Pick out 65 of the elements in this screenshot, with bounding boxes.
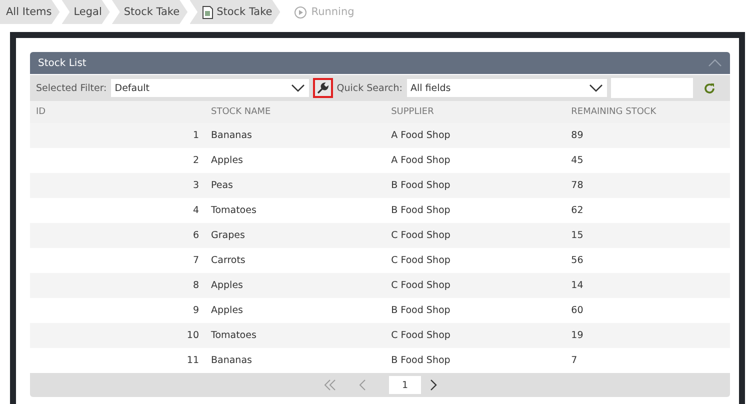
table-cell: Grapes <box>205 223 386 248</box>
filter-label: Selected Filter: <box>36 82 107 94</box>
previous-page-icon[interactable] <box>359 379 367 391</box>
table-cell: Peas <box>205 173 386 198</box>
table-cell: Tomatoes <box>205 198 386 223</box>
table-cell: 62 <box>565 198 730 223</box>
breadcrumb-item[interactable]: Legal <box>62 0 110 24</box>
search-field[interactable] <box>610 78 692 98</box>
search-label: Quick Search: <box>336 82 402 94</box>
table-cell: Apples <box>205 298 386 323</box>
table-cell: 4 <box>30 198 205 223</box>
page-field[interactable]: 1 <box>389 376 421 394</box>
refresh-icon[interactable] <box>702 82 716 94</box>
table-cell: C Food Shop <box>385 248 566 273</box>
table-cell: 11 <box>30 348 205 373</box>
filter-dropdown[interactable]: Default <box>110 79 309 97</box>
caret-icon[interactable] <box>290 83 305 93</box>
table-cell: B Food Shop <box>385 298 566 323</box>
first-page-icon[interactable] <box>323 379 337 391</box>
column-header[interactable]: STOCK NAME <box>205 101 386 123</box>
table-cell: 9 <box>30 298 205 323</box>
table-cell: 10 <box>30 323 205 348</box>
search-field-dropdown[interactable]: All fields <box>406 79 606 97</box>
table-cell: 78 <box>565 173 730 198</box>
table-cell: B Food Shop <box>385 348 566 373</box>
next-page-icon[interactable] <box>429 379 437 391</box>
table-cell: 3 <box>30 173 205 198</box>
document-icon <box>202 6 213 18</box>
table-cell: 45 <box>565 148 730 173</box>
panel-title: Stock List <box>38 58 86 68</box>
table-cell: B Food Shop <box>385 173 566 198</box>
wrench-icon[interactable] <box>312 78 333 98</box>
table-cell: Bananas <box>205 348 386 373</box>
table-cell: 7 <box>30 248 205 273</box>
table-cell: 1 <box>30 123 205 148</box>
table-cell: A Food Shop <box>385 148 566 173</box>
table-cell: 19 <box>565 323 730 348</box>
table-cell: 6 <box>30 223 205 248</box>
column-header[interactable]: SUPPLIER <box>385 101 566 123</box>
table-cell: 60 <box>565 298 730 323</box>
breadcrumb-item[interactable]: Stock Take <box>190 0 280 24</box>
table-cell: Carrots <box>205 248 386 273</box>
table-cell: 14 <box>565 273 730 298</box>
table-cell: C Food Shop <box>385 273 566 298</box>
table-cell: Tomatoes <box>205 323 386 348</box>
table-cell: Bananas <box>205 123 386 148</box>
table-cell: 56 <box>565 248 730 273</box>
breadcrumb-item[interactable]: Stock Take <box>112 0 188 24</box>
table-cell: A Food Shop <box>385 123 566 148</box>
table-cell: 7 <box>565 348 730 373</box>
table-cell: 89 <box>565 123 730 148</box>
breadcrumb-item[interactable]: All Items <box>0 0 60 24</box>
play-icon <box>294 6 308 18</box>
table-cell: B Food Shop <box>385 198 566 223</box>
table-cell: C Food Shop <box>385 223 566 248</box>
table-cell: 2 <box>30 148 205 173</box>
table-cell: Apples <box>205 148 386 173</box>
column-header[interactable]: ID <box>30 101 205 123</box>
table-cell: Apples <box>205 273 386 298</box>
collapse-icon[interactable] <box>708 59 722 67</box>
column-header[interactable]: REMAINING STOCK <box>565 101 730 123</box>
table-cell: 15 <box>565 223 730 248</box>
table-cell: C Food Shop <box>385 323 566 348</box>
table-cell: 8 <box>30 273 205 298</box>
caret-icon[interactable] <box>588 83 602 93</box>
